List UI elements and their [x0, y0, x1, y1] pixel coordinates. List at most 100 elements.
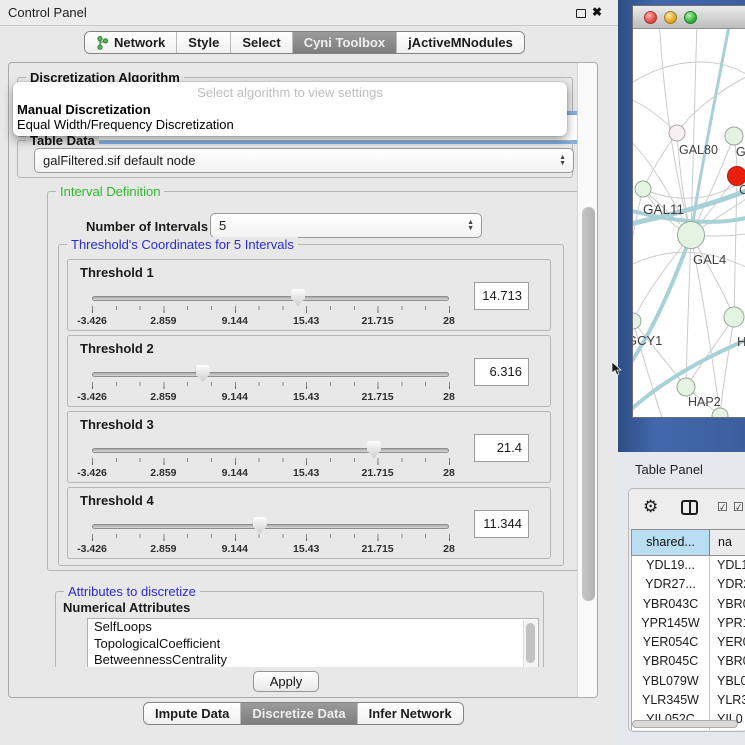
cell[interactable]: YLR3 [710, 691, 745, 710]
float-window-icon[interactable] [576, 9, 586, 18]
cell[interactable]: YBR045C [632, 652, 710, 671]
close-traffic-light[interactable] [644, 11, 657, 24]
panel-scrollbar[interactable] [577, 63, 598, 698]
tab-impute-data[interactable]: Impute Data [144, 703, 240, 724]
column-header-shared-name[interactable]: shared... [632, 530, 710, 555]
tab-infer-network[interactable]: Infer Network [357, 703, 463, 724]
threshold-2-slider-handle[interactable] [196, 365, 210, 382]
tick-label: 15.43 [293, 315, 319, 327]
split-columns-icon[interactable] [681, 500, 698, 515]
table-row[interactable]: YBR045CYBR0 [632, 652, 745, 671]
table-row[interactable]: YBR043CYBR0 [632, 595, 745, 614]
close-icon[interactable]: ✖ [592, 5, 602, 19]
minimize-traffic-light[interactable] [664, 11, 677, 24]
number-of-intervals-combo[interactable]: 5 ▲▼ [210, 213, 482, 238]
tick-label: 2.859 [150, 391, 176, 403]
node-label-partial-c: C [739, 183, 745, 197]
threshold-4-group: Threshold 4 -3.426 2.859 9.144 15.43 21.… [67, 487, 551, 559]
threshold-4-slider-track[interactable] [92, 524, 449, 529]
network-node-gal11[interactable] [635, 181, 651, 197]
threshold-coordinates-title: Threshold's Coordinates for 5 Intervals [67, 237, 298, 252]
popup-option-equal-width-frequency[interactable]: Equal Width/Frequency Discretization [17, 117, 234, 132]
table-row[interactable]: YPR145WYPR1 [632, 614, 745, 633]
number-of-intervals-value: 5 [219, 218, 226, 233]
table-data-combo[interactable]: galFiltered.sif default node ▲▼ [34, 148, 574, 173]
list-scrollbar-thumb[interactable] [526, 623, 535, 663]
cell[interactable]: YDR2 [710, 575, 745, 594]
cell[interactable]: YDL1 [710, 556, 745, 575]
gear-icon[interactable]: ⚙ [643, 497, 658, 517]
cell[interactable]: YBL079W [632, 672, 710, 691]
table-row[interactable]: YDR27...YDR2 [632, 575, 745, 594]
list-item[interactable]: TopologicalCoefficient [88, 636, 538, 653]
cell[interactable]: YER054C [632, 633, 710, 652]
threshold-3-slider-track[interactable] [92, 448, 449, 453]
cell[interactable]: YLR345W [632, 691, 710, 710]
cell[interactable]: YBR0 [710, 652, 745, 671]
table-row[interactable]: YDL19...YDL1 [632, 556, 745, 575]
network-node-gal4[interactable] [678, 222, 705, 249]
tab-style[interactable]: Style [176, 32, 230, 53]
network-canvas[interactable]: GAL80 GA C GAL11 GAL4 GCY1 H HAP2 [633, 29, 745, 418]
network-node-partial-top[interactable] [725, 127, 743, 145]
cell[interactable]: YDL19... [632, 556, 710, 575]
checkbox-icon[interactable]: ☑ [717, 500, 728, 514]
tick-label: -3.426 [77, 315, 107, 327]
bottom-tab-bar: Impute Data Discretize Data Infer Networ… [143, 702, 464, 725]
threshold-2-value-field[interactable]: 6.316 [474, 358, 529, 386]
tab-infer-label: Infer Network [369, 703, 452, 724]
network-node-bottom-partial[interactable] [712, 408, 728, 418]
horizontal-scrollbar-thumb[interactable] [632, 720, 738, 728]
slider-tick-labels: -3.426 2.859 9.144 15.43 21.715 28 [92, 467, 449, 479]
threshold-4-slider-handle[interactable] [253, 517, 267, 534]
column-header-name[interactable]: na [710, 530, 745, 555]
list-item[interactable]: BetweennessCentrality [88, 652, 538, 668]
popup-option-manual-discretization[interactable]: Manual Discretization [17, 102, 151, 117]
network-node-right[interactable] [724, 307, 744, 327]
table-row[interactable]: YBL079WYBL0 [632, 672, 745, 691]
tick-label: 28 [443, 391, 455, 403]
apply-button[interactable]: Apply [253, 671, 319, 692]
network-graph: GAL80 GA C GAL11 GAL4 GCY1 H HAP2 [633, 29, 745, 418]
tab-network[interactable]: Network [85, 32, 176, 53]
algorithm-dropdown-popup: Select algorithm to view settings Manual… [13, 82, 567, 136]
cell[interactable]: YER0 [710, 633, 745, 652]
tab-discretize-data[interactable]: Discretize Data [240, 703, 356, 724]
network-view-window: GAL80 GA C GAL11 GAL4 GCY1 H HAP2 [632, 5, 745, 418]
threshold-4-value-field[interactable]: 11.344 [474, 510, 529, 538]
network-node-hap2[interactable] [677, 378, 695, 396]
table-row[interactable]: YER054CYER0 [632, 633, 745, 652]
numerical-attributes-list[interactable]: SelfLoops TopologicalCoefficient Between… [87, 618, 539, 668]
cell[interactable]: YDR27... [632, 575, 710, 594]
network-node-gal80[interactable] [669, 125, 685, 141]
tick-label: 2.859 [150, 315, 176, 327]
tick-label: 2.859 [150, 467, 176, 479]
panel-scrollbar-thumb[interactable] [582, 207, 595, 601]
threshold-1-value-field[interactable]: 14.713 [474, 282, 529, 310]
tick-label: 21.715 [362, 467, 394, 479]
network-node-gcy1[interactable] [633, 313, 641, 329]
zoom-traffic-light[interactable] [684, 11, 697, 24]
cell[interactable]: YBR043C [632, 595, 710, 614]
node-label-partial-h: H [737, 334, 745, 349]
tick-label: 21.715 [362, 543, 394, 555]
list-item[interactable]: SelfLoops [88, 619, 538, 636]
node-label-gal80: GAL80 [679, 143, 718, 157]
tab-cyni-toolbox[interactable]: Cyni Toolbox [292, 32, 396, 53]
cell[interactable]: YBL0 [710, 672, 745, 691]
cell[interactable]: YPR1 [710, 614, 745, 633]
cell[interactable]: YBR0 [710, 595, 745, 614]
tab-select[interactable]: Select [230, 32, 291, 53]
table-row[interactable]: YLR345WYLR3 [632, 691, 745, 710]
threshold-1-slider-track[interactable] [92, 296, 449, 301]
tab-jactivemnodules[interactable]: jActiveMNodules [396, 32, 524, 53]
cell[interactable]: YPR145W [632, 614, 710, 633]
threshold-2-slider-track[interactable] [92, 372, 449, 377]
checkbox-icon[interactable]: ☑ [733, 500, 744, 514]
threshold-3-value-field[interactable]: 21.4 [474, 434, 529, 462]
threshold-3-slider-handle[interactable] [367, 441, 381, 458]
threshold-1-slider-handle[interactable] [291, 289, 305, 306]
numerical-attributes-label: Numerical Attributes [63, 600, 190, 615]
network-window-titlebar[interactable] [633, 6, 745, 29]
list-scrollbar[interactable] [523, 620, 537, 668]
